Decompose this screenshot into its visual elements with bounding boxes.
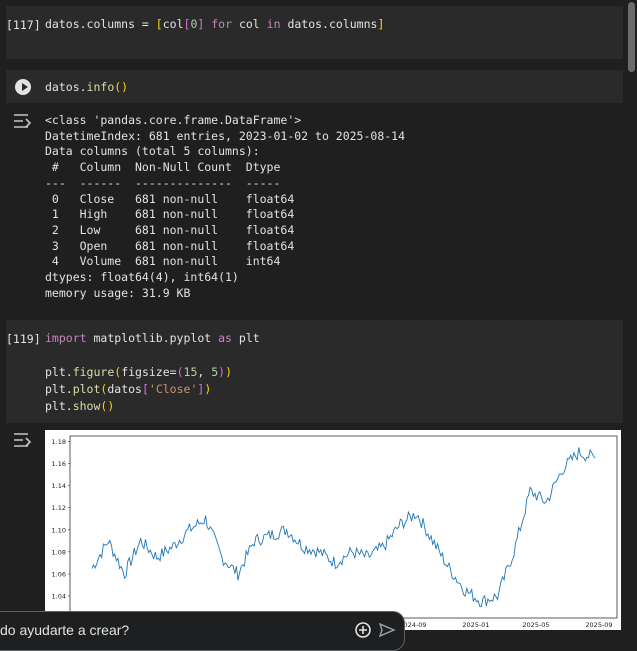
output-toggle-icon[interactable]: [12, 432, 34, 448]
output-line: 0 Close 681 non-null float64: [45, 191, 295, 206]
y-tick-label: 1.12: [52, 504, 66, 512]
plot-output: 1.181.161.141.121.101.081.061.041.022024…: [45, 430, 621, 630]
output-line: Data columns (total 5 columns):: [45, 144, 260, 159]
cell-prompt: [119]: [6, 332, 41, 346]
info-output: <class 'pandas.core.frame.DataFrame'> Dat…: [45, 113, 405, 301]
output-toggle-icon[interactable]: [12, 113, 34, 129]
code-cell-117[interactable]: [117] datos.columns = [col[0] for col in…: [6, 6, 623, 59]
cell-prompt: [117]: [6, 18, 41, 32]
code-line[interactable]: plt.figure(figsize=(15, 5)): [45, 364, 232, 381]
send-icon[interactable]: [378, 621, 396, 639]
y-tick-label: 1.06: [52, 570, 66, 578]
code-line[interactable]: plt.show(): [45, 398, 114, 415]
close-series-line: [91, 447, 596, 607]
y-tick-label: 1.18: [52, 438, 66, 446]
line-chart: 1.181.161.141.121.101.081.061.041.022024…: [52, 435, 618, 629]
output-line: # Column Non-Null Count Dtype: [45, 160, 295, 175]
play-icon[interactable]: [15, 79, 31, 95]
chat-input-bar[interactable]: do ayudarte a crear?: [0, 611, 405, 651]
output-line: 4 Volume 681 non-null int64: [45, 254, 295, 269]
scrollbar[interactable]: [625, 0, 637, 647]
output-line: 2 Low 681 non-null float64: [45, 222, 295, 237]
output-line: 3 Open 681 non-null float64: [45, 238, 295, 253]
code-cell-info[interactable]: datos.info(): [6, 70, 623, 103]
code-line[interactable]: plt.plot(datos['Close']): [45, 381, 211, 398]
output-line: memory usage: 31.9 KB: [45, 285, 191, 300]
y-tick-label: 1.16: [52, 460, 66, 468]
code-line[interactable]: datos.info(): [45, 79, 128, 96]
y-tick-label: 1.14: [52, 482, 66, 490]
chat-placeholder[interactable]: do ayudarte a crear?: [0, 622, 129, 638]
y-tick-label: 1.08: [52, 548, 66, 556]
output-line: DatetimeIndex: 681 entries, 2023-01-02 t…: [45, 128, 406, 143]
code-line[interactable]: import matplotlib.pyplot as plt: [45, 330, 260, 347]
y-tick-label: 1.10: [52, 526, 66, 534]
y-tick-label: 1.04: [52, 592, 66, 600]
x-tick-label: 2025-09: [585, 621, 612, 629]
add-circle-icon[interactable]: [354, 621, 372, 639]
output-line: --- ------ -------------- -----: [45, 175, 295, 190]
output-line: 1 High 681 non-null float64: [45, 207, 295, 222]
code-cell-119[interactable]: [119] import matplotlib.pyplot as plt pl…: [6, 320, 623, 423]
x-tick-label: 2025-05: [522, 621, 549, 629]
plot-frame: [69, 435, 618, 619]
scrollbar-thumb[interactable]: [628, 2, 635, 72]
output-line: dtypes: float64(4), int64(1): [45, 270, 239, 285]
x-tick-label: 2025-01: [462, 621, 489, 629]
output-line: <class 'pandas.core.frame.DataFrame'>: [45, 113, 302, 127]
code-line[interactable]: datos.columns = [col[0] for col in datos…: [45, 16, 384, 33]
